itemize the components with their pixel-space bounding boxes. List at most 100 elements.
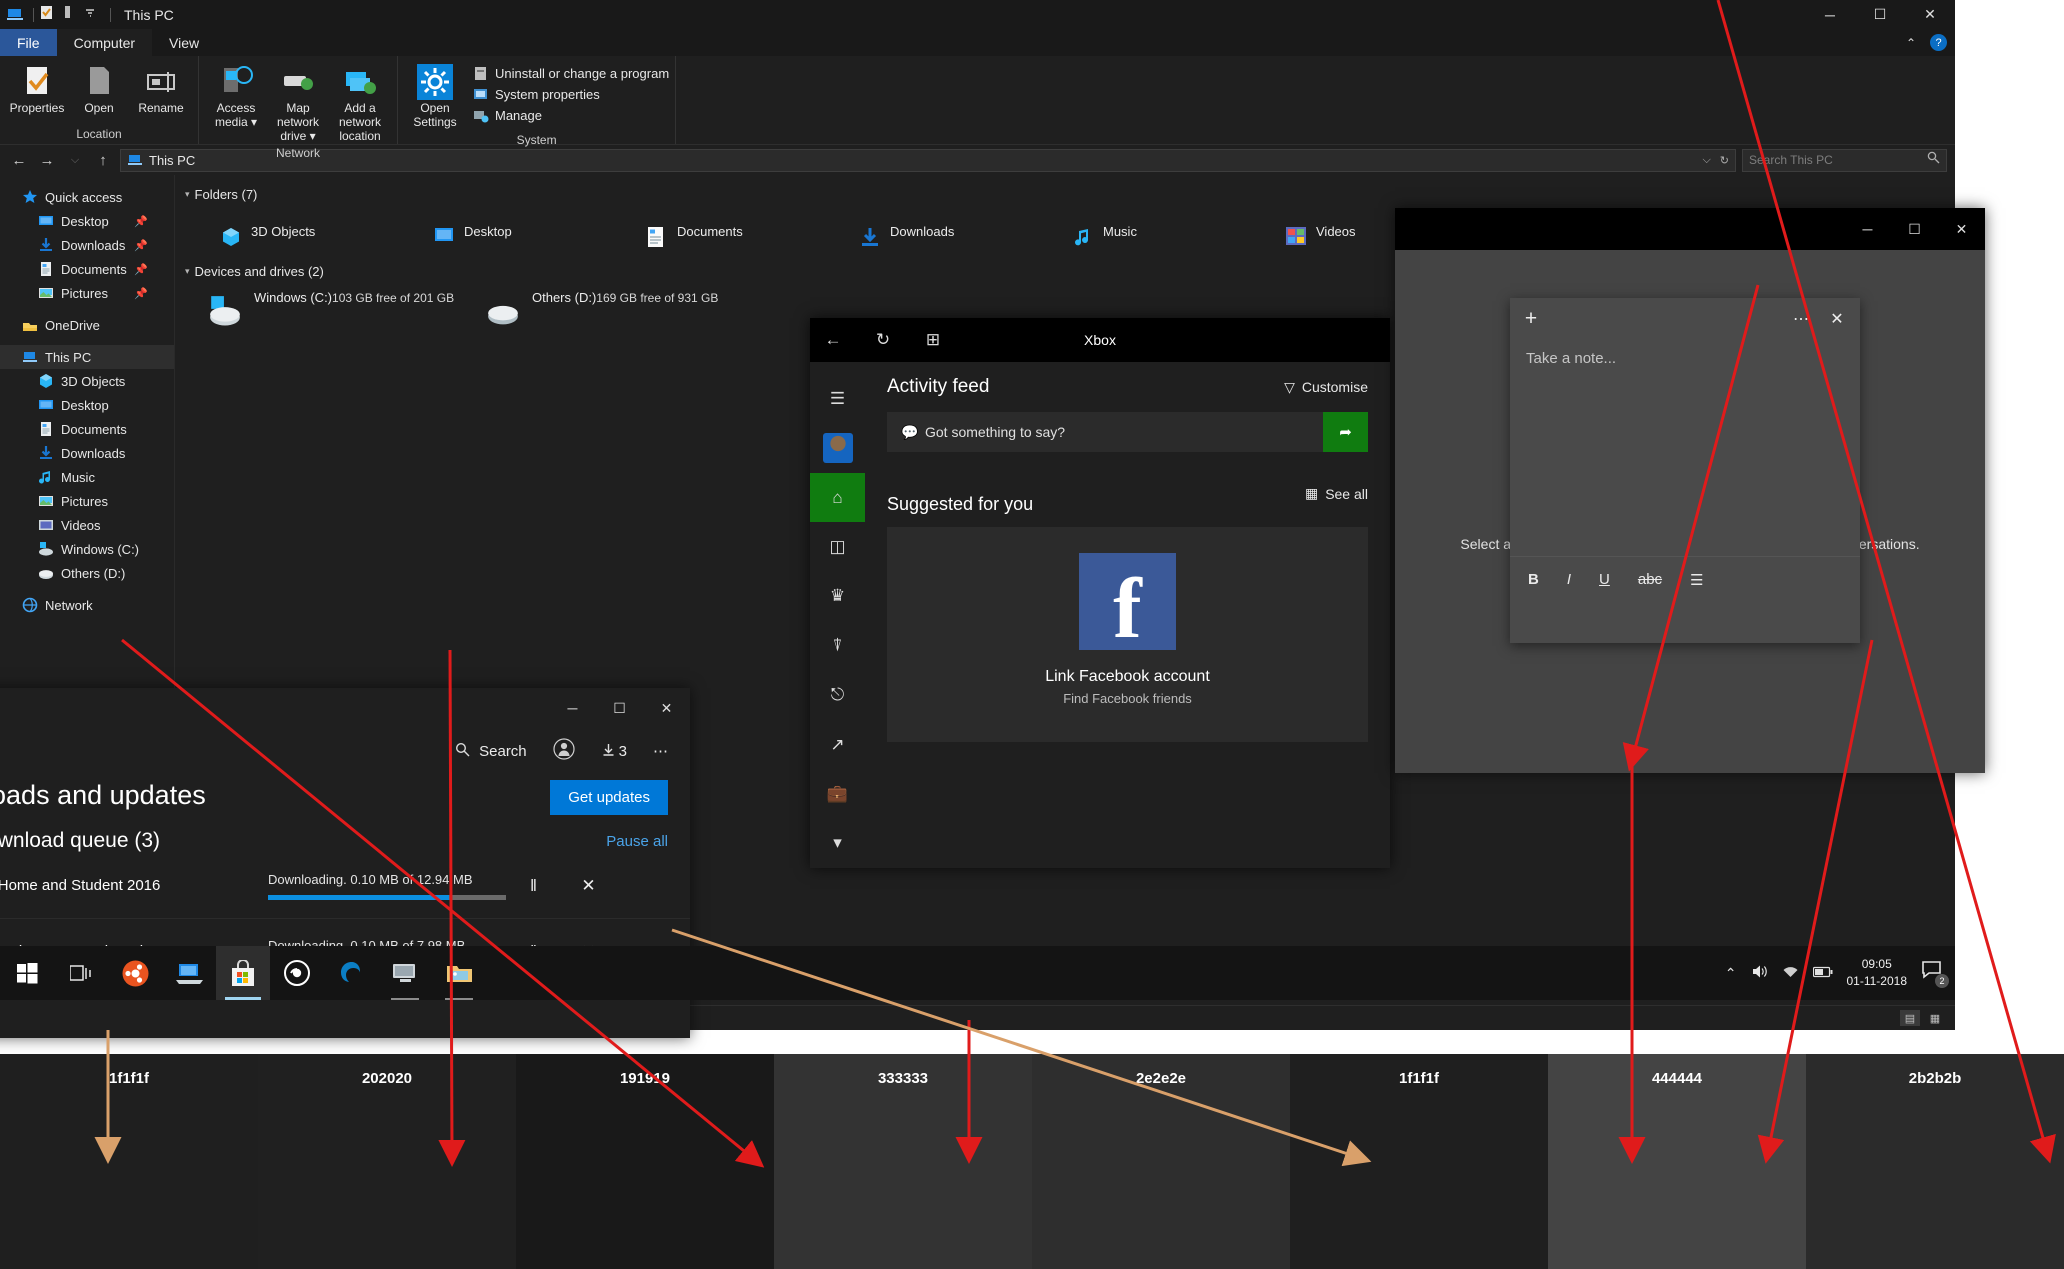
folder-item[interactable]: Documents	[611, 208, 824, 254]
help-icon[interactable]: ?	[1930, 34, 1947, 51]
store-bag-icon[interactable]: ⎋	[810, 670, 865, 719]
people-minimize-button[interactable]: ─	[1844, 208, 1891, 250]
account-icon[interactable]	[553, 738, 575, 764]
refresh-icon[interactable]: ↻	[1720, 154, 1729, 167]
more-dots-icon[interactable]: ⋯	[1786, 304, 1816, 334]
tiles-view-button[interactable]: ▦	[1925, 1010, 1945, 1026]
breadcrumb[interactable]: This PC ⌵ ↻	[120, 149, 1736, 172]
uninstall-program-item[interactable]: Uninstall or change a program	[472, 65, 669, 82]
store-maximize-button[interactable]: ☐	[596, 688, 643, 728]
more-chevron-icon[interactable]: ▾	[810, 819, 865, 868]
ubuntu-app-button[interactable]	[108, 946, 162, 1000]
new-folder-icon[interactable]	[61, 5, 80, 24]
store-search-button[interactable]: Search	[455, 742, 527, 761]
ribbon-collapse-icon[interactable]: ⌃	[1906, 36, 1916, 50]
system-properties-item[interactable]: System properties	[472, 86, 669, 103]
access-media-button[interactable]: Access media ▾	[205, 61, 267, 133]
forward-button[interactable]: →	[36, 149, 58, 171]
people-close-button[interactable]: ✕	[1938, 208, 1985, 250]
photos-app-button[interactable]	[432, 946, 486, 1000]
get-updates-button[interactable]: Get updates	[550, 780, 668, 815]
home-icon[interactable]: ⌂	[810, 473, 865, 522]
sidebar-item-others-d[interactable]: Others (D:)	[0, 561, 174, 585]
bullet-list-button[interactable]: ☰	[1690, 571, 1703, 589]
sticky-note-input[interactable]: Take a note...	[1510, 340, 1860, 556]
store-downloads-button[interactable]: 3	[601, 742, 627, 761]
trending-icon[interactable]: ↗	[810, 720, 865, 769]
explorer-maximize-button[interactable]: ☐	[1855, 0, 1905, 29]
folder-item[interactable]: Downloads	[824, 208, 1037, 254]
back-icon[interactable]: ←	[820, 330, 846, 350]
show-hidden-icons-button[interactable]: ⌃	[1725, 965, 1737, 982]
search-input[interactable]: Search This PC	[1742, 149, 1947, 172]
pin-icon[interactable]: 📌	[134, 239, 148, 252]
facebook-suggestion-card[interactable]: f Link Facebook account Find Facebook fr…	[887, 527, 1368, 742]
sidebar-item-pictures[interactable]: Pictures📌	[0, 281, 174, 305]
sidebar-item-music[interactable]: Music	[0, 465, 174, 489]
up-button[interactable]: ↑	[92, 149, 114, 171]
sidebar-item-onedrive[interactable]: OneDrive	[0, 313, 174, 337]
store-close-button[interactable]: ✕	[643, 688, 690, 728]
properties-icon[interactable]	[39, 5, 58, 24]
explorer-minimize-button[interactable]: ─	[1805, 0, 1855, 29]
close-icon[interactable]: ✕	[1822, 304, 1852, 334]
explorer-close-button[interactable]: ✕	[1905, 0, 1955, 29]
post-composer[interactable]: 💬 Got something to say? ➦	[887, 412, 1368, 452]
microsoft-store-button[interactable]	[216, 946, 270, 1000]
people-maximize-button[interactable]: ☐	[1891, 208, 1938, 250]
manage-item[interactable]: Manage	[472, 107, 669, 124]
remote-desktop-button[interactable]	[378, 946, 432, 1000]
plus-icon[interactable]: +	[1518, 307, 1544, 331]
open-button[interactable]: Open	[68, 61, 130, 119]
toolkit-icon[interactable]: 💼	[810, 769, 865, 818]
task-view-button[interactable]	[54, 946, 108, 1000]
underline-button[interactable]: U	[1599, 571, 1610, 588]
map-network-drive-button[interactable]: Map network drive ▾	[267, 61, 329, 146]
refresh-icon[interactable]: ↻	[870, 330, 896, 350]
game-bar-icon[interactable]: ⍒	[810, 621, 865, 670]
details-view-button[interactable]: ▤	[1900, 1010, 1920, 1026]
edge-browser-button[interactable]	[324, 946, 378, 1000]
tab-computer[interactable]: Computer	[57, 29, 152, 56]
sidebar-item-downloads[interactable]: Downloads📌	[0, 233, 174, 257]
sidebar-item-videos[interactable]: Videos	[0, 513, 174, 537]
pause-download-button[interactable]: ‖	[506, 876, 561, 896]
add-network-location-button[interactable]: Add a network location	[329, 61, 391, 146]
properties-button[interactable]: Properties	[6, 61, 68, 119]
strikethrough-button[interactable]: abc	[1638, 571, 1662, 588]
store-minimize-button[interactable]: ─	[549, 688, 596, 728]
sidebar-item-desktop[interactable]: Desktop	[0, 393, 174, 417]
sidebar-item-documents[interactable]: Documents📌	[0, 257, 174, 281]
pause-all-button[interactable]: Pause all	[606, 833, 668, 850]
sidebar-item-pictures[interactable]: Pictures	[0, 489, 174, 513]
sidebar-item-downloads[interactable]: Downloads	[0, 441, 174, 465]
open-settings-button[interactable]: Open Settings	[404, 61, 466, 133]
tab-view[interactable]: View	[152, 29, 216, 56]
sidebar-item-quick-access[interactable]: Quick access	[0, 185, 174, 209]
tab-file[interactable]: File	[0, 29, 57, 56]
sidebar-item-documents[interactable]: Documents	[0, 417, 174, 441]
customise-chevron-icon[interactable]	[83, 5, 102, 24]
volume-icon[interactable]	[1751, 964, 1768, 982]
achievements-trophy-icon[interactable]: ♛	[810, 572, 865, 621]
more-dots-icon[interactable]: ⋯	[653, 742, 668, 760]
folder-item[interactable]: Desktop	[398, 208, 611, 254]
italic-button[interactable]: I	[1567, 571, 1571, 588]
customise-button[interactable]: ▽ Customise	[1284, 379, 1368, 396]
pin-icon[interactable]: 📌	[134, 215, 148, 228]
sidebar-item-3d-objects[interactable]: 3D Objects	[0, 369, 174, 393]
wifi-icon[interactable]	[1782, 965, 1799, 982]
battery-icon[interactable]	[1813, 965, 1833, 981]
sidebar-item-network[interactable]: Network	[0, 593, 174, 617]
notification-center-button[interactable]: 2	[1921, 960, 1947, 986]
sidebar-item-desktop[interactable]: Desktop📌	[0, 209, 174, 233]
profile-avatar-icon[interactable]	[810, 423, 865, 472]
drive-item[interactable]: Others (D:)169 GB free of 931 GB	[463, 285, 741, 328]
folder-item[interactable]: Music	[1037, 208, 1250, 254]
back-button[interactable]: ←	[8, 149, 30, 171]
folder-item[interactable]: 3D Objects	[185, 208, 398, 254]
captures-icon[interactable]: ◫	[810, 522, 865, 571]
file-explorer-button[interactable]	[162, 946, 216, 1000]
drive-item[interactable]: Windows (C:)103 GB free of 201 GB	[185, 285, 463, 328]
pin-icon[interactable]: 📌	[134, 263, 148, 276]
